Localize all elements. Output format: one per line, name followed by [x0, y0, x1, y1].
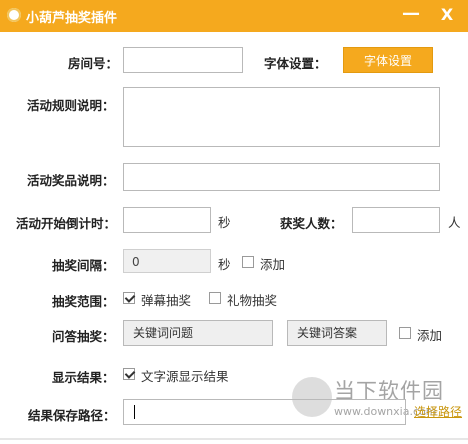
- interval-add-checkbox[interactable]: [242, 256, 254, 268]
- scope-label: 抽奖范围：: [52, 294, 115, 309]
- qa-add-label: 添加: [417, 328, 443, 343]
- bottom-divider: [0, 438, 468, 440]
- danmaku-checkbox[interactable]: [123, 292, 135, 304]
- minimize-button[interactable]: —: [398, 2, 424, 28]
- gift-checkbox[interactable]: [209, 292, 221, 304]
- font-settings-label: 字体设置：: [264, 56, 327, 71]
- interval-unit: 秒: [218, 257, 231, 272]
- save-path-input[interactable]: [123, 399, 406, 425]
- interval-add-label: 添加: [260, 257, 286, 272]
- display-result-checkbox[interactable]: [123, 368, 135, 380]
- gourd-logo-icon: [7, 8, 21, 22]
- interval-label: 抽奖间隔：: [52, 258, 115, 273]
- gift-label: 礼物抽奖: [227, 293, 278, 308]
- qa-add-checkbox[interactable]: [399, 327, 411, 339]
- close-button[interactable]: X: [434, 2, 460, 28]
- keyword-question-input[interactable]: 关键词问题: [123, 320, 273, 346]
- countdown-input[interactable]: [123, 207, 211, 233]
- title-bar: 小葫芦抽奖插件 — X: [0, 0, 468, 32]
- text-caret: [134, 405, 135, 419]
- display-label: 显示结果：: [52, 370, 115, 385]
- countdown-unit: 秒: [218, 215, 231, 230]
- choose-path-link[interactable]: 选择路径: [414, 403, 462, 420]
- room-label: 房间号：: [68, 56, 119, 71]
- keyword-answer-input[interactable]: 关键词答案: [287, 320, 387, 346]
- prizes-input[interactable]: [123, 163, 440, 191]
- prizes-label: 活动奖品说明：: [27, 173, 115, 188]
- font-settings-button[interactable]: 字体设置: [343, 47, 433, 73]
- room-input[interactable]: [123, 47, 243, 73]
- danmaku-label: 弹幕抽奖: [141, 293, 192, 308]
- rules-label: 活动规则说明：: [27, 98, 115, 113]
- interval-input[interactable]: 0: [123, 249, 211, 273]
- winners-input[interactable]: [352, 207, 440, 233]
- interval-value: 0: [132, 255, 140, 269]
- countdown-label: 活动开始倒计时：: [16, 216, 117, 231]
- save-path-label: 结果保存路径：: [28, 408, 116, 423]
- winners-label: 获奖人数：: [280, 216, 343, 231]
- qa-label: 问答抽奖：: [52, 329, 115, 344]
- display-result-label: 文字源显示结果: [141, 369, 229, 384]
- rules-textarea[interactable]: [123, 87, 440, 147]
- window-title: 小葫芦抽奖插件: [26, 11, 118, 26]
- winners-unit: 人: [448, 215, 461, 230]
